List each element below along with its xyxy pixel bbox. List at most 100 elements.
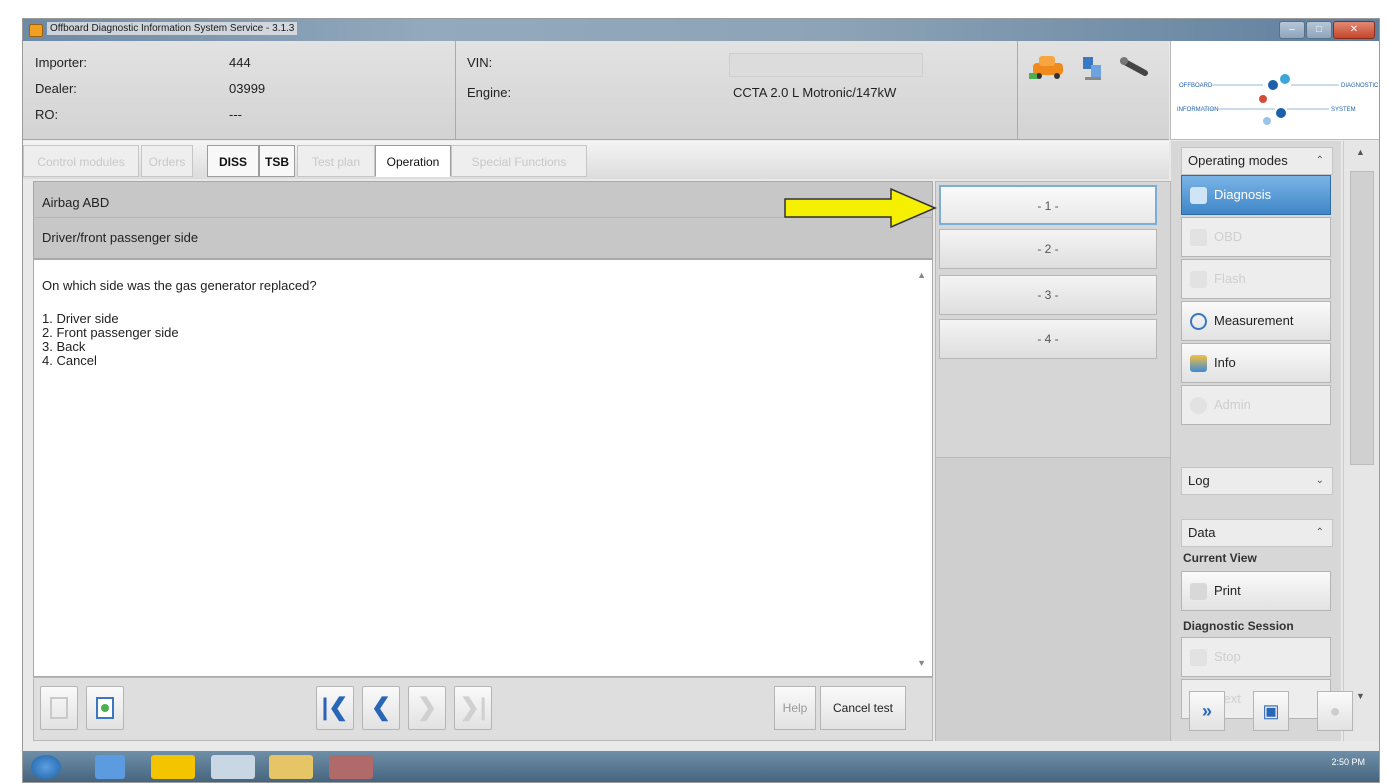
- tab-diss[interactable]: DISS: [207, 145, 259, 177]
- stethoscope-icon: [1190, 187, 1207, 204]
- svg-text:INFORMATION: INFORMATION: [1177, 107, 1219, 113]
- scroll-up-arrow[interactable]: ▲: [917, 270, 926, 280]
- clock: 2:50 PM: [1331, 757, 1365, 767]
- ro-value: ---: [229, 107, 242, 122]
- cancel-test-button[interactable]: Cancel test: [820, 686, 906, 730]
- app-taskbar-icon[interactable]: [151, 755, 195, 779]
- vehicle-info-header: Importer: 444 Dealer: 03999 RO: --- VIN:…: [23, 41, 1169, 140]
- tab-control-modules[interactable]: Control modules: [23, 145, 139, 177]
- ro-label: RO:: [35, 107, 59, 122]
- question-text: On which side was the gas generator repl…: [42, 278, 317, 293]
- option-item: 1. Driver side: [42, 311, 119, 326]
- collapse-icon: ⌃: [1315, 527, 1324, 538]
- window-title: Offboard Diagnostic Information System S…: [47, 22, 298, 35]
- engine-label: Engine:: [467, 85, 512, 100]
- flash-icon: [1190, 271, 1207, 288]
- expand-icon: ⌄: [1315, 475, 1324, 486]
- scrollbar-thumb[interactable]: [1350, 171, 1374, 465]
- question-subtitle: Driver/front passenger side: [42, 230, 199, 245]
- log-header[interactable]: Log ⌄: [1181, 467, 1333, 495]
- dealer-label: Dealer:: [35, 81, 77, 96]
- tab-tsb[interactable]: TSB: [259, 145, 295, 177]
- collapse-icon: ⌃: [1315, 155, 1324, 166]
- option-item: 3. Back: [42, 339, 86, 354]
- scroll-up-arrow[interactable]: ▲: [1356, 147, 1365, 157]
- obd-icon: [1190, 229, 1207, 246]
- mode-info-button[interactable]: Info: [1181, 343, 1331, 383]
- first-page-icon[interactable]: |❮: [316, 686, 354, 730]
- diagnostic-session-label: Diagnostic Session: [1183, 619, 1294, 633]
- app-window: Offboard Diagnostic Information System S…: [22, 18, 1380, 783]
- engine-value: CCTA 2.0 L Motronic/147kW: [733, 85, 897, 100]
- mode-diagnosis-button[interactable]: Diagnosis: [1181, 175, 1331, 215]
- app-icon: [29, 24, 43, 37]
- tab-orders[interactable]: Orders: [141, 145, 193, 177]
- svg-text:OFFBOARD: OFFBOARD: [1179, 83, 1213, 89]
- sidebar-bottom-toolbar: » ▣ ●: [1171, 679, 1379, 741]
- close-button[interactable]: ✕: [1333, 21, 1375, 39]
- importer-label: Importer:: [35, 55, 88, 70]
- window-controls: – □ ✕: [1279, 21, 1375, 39]
- mode-obd-button[interactable]: OBD: [1181, 217, 1331, 257]
- gauge-icon: [1190, 313, 1207, 330]
- question-title: Airbag ABD: [42, 195, 110, 210]
- bottom-toolbar: |❮ ❮ ❯ ❯| Help Cancel test: [33, 677, 933, 741]
- stop-icon: [1190, 649, 1207, 666]
- importer-value: 444: [229, 55, 251, 70]
- browser-icon[interactable]: [95, 755, 125, 779]
- admin-icon: [1190, 397, 1207, 414]
- fullscreen-icon[interactable]: ▣: [1253, 691, 1289, 731]
- previous-page-icon[interactable]: ❮: [362, 686, 400, 730]
- help-button[interactable]: Help: [774, 686, 816, 730]
- question-panel: On which side was the gas generator repl…: [33, 259, 933, 677]
- start-icon[interactable]: [31, 755, 61, 779]
- vehicle-status-icon: [1029, 56, 1063, 79]
- svg-text:SYSTEM: SYSTEM: [1331, 107, 1356, 113]
- next-page-icon[interactable]: ❯: [408, 686, 446, 730]
- tab-operation[interactable]: Operation: [375, 145, 451, 177]
- sidebar-scrollbar[interactable]: ▲ ▼: [1343, 141, 1379, 741]
- dealer-value: 03999: [229, 81, 266, 96]
- vin-label: VIN:: [467, 55, 493, 70]
- minimize-button[interactable]: –: [1279, 21, 1305, 39]
- tab-special-functions[interactable]: Special Functions: [451, 145, 587, 177]
- disabled-circle-icon[interactable]: ●: [1317, 691, 1353, 731]
- operating-modes-sidebar: Operating modes ⌃ Diagnosis OBD Flash Me…: [1171, 141, 1341, 741]
- windows-taskbar: 2:50 PM: [23, 751, 1379, 782]
- search-document-icon[interactable]: [86, 686, 124, 730]
- info-icon: [1190, 355, 1207, 372]
- stop-button[interactable]: Stop: [1181, 637, 1331, 677]
- document-icon[interactable]: [40, 686, 78, 730]
- mode-admin-button[interactable]: Admin: [1181, 385, 1331, 425]
- title-bar: Offboard Diagnostic Information System S…: [23, 19, 1379, 41]
- record-icon[interactable]: [329, 755, 373, 779]
- vin-field: [729, 53, 923, 77]
- answer-button-2[interactable]: - 2 -: [939, 229, 1157, 269]
- printer-icon: [1190, 583, 1207, 600]
- answer-button-4[interactable]: - 4 -: [939, 319, 1157, 359]
- forward-icon[interactable]: »: [1189, 691, 1225, 731]
- highlight-arrow-icon: [784, 187, 937, 229]
- folder-icon[interactable]: [269, 755, 313, 779]
- answer-button-1[interactable]: - 1 -: [939, 185, 1157, 225]
- network-icon: [1083, 57, 1101, 80]
- window-taskbar-icon[interactable]: [211, 755, 255, 779]
- scroll-down-arrow[interactable]: ▼: [917, 658, 926, 668]
- interface-cable-icon: [1120, 57, 1148, 76]
- mode-flash-button[interactable]: Flash: [1181, 259, 1331, 299]
- maximize-button[interactable]: □: [1306, 21, 1332, 39]
- print-button[interactable]: Print: [1181, 571, 1331, 611]
- tab-bar: Control modules Orders DISS TSB Test pla…: [23, 141, 1169, 179]
- option-item: 4. Cancel: [42, 353, 97, 368]
- current-view-label: Current View: [1183, 551, 1257, 565]
- last-page-icon[interactable]: ❯|: [454, 686, 492, 730]
- operating-modes-header[interactable]: Operating modes ⌃: [1181, 147, 1333, 175]
- tab-test-plan[interactable]: Test plan: [297, 145, 375, 177]
- answer-button-3[interactable]: - 3 -: [939, 275, 1157, 315]
- odis-logo: OFFBOARD INFORMATION DIAGNOSTIC SYSTEM: [1170, 41, 1379, 140]
- option-item: 2. Front passenger side: [42, 325, 179, 340]
- status-icons: [1029, 56, 1148, 80]
- data-header[interactable]: Data ⌃: [1181, 519, 1333, 547]
- mode-measurement-button[interactable]: Measurement: [1181, 301, 1331, 341]
- svg-text:DIAGNOSTIC: DIAGNOSTIC: [1341, 83, 1379, 89]
